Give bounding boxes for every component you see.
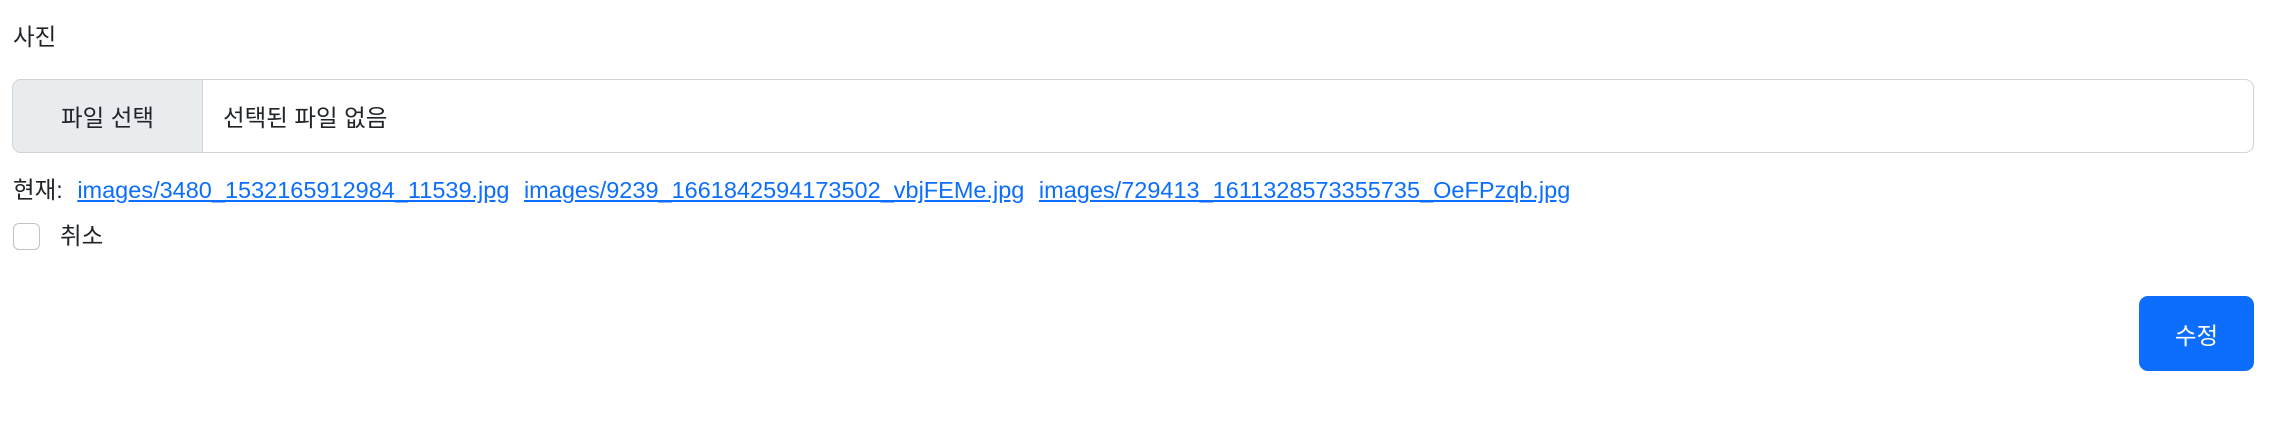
clear-label: 취소 [60,223,104,249]
photo-label: 사진 [13,24,57,50]
choose-file-button[interactable]: 파일 선택 [13,80,203,152]
current-file-link[interactable]: images/729413_1611328573355735_OeFPzqb.j… [1039,177,1570,203]
clear-checkbox-row[interactable]: 취소 [13,219,103,253]
current-files: 현재: images/3480_1532165912984_11539.jpg … [13,172,1570,208]
file-input[interactable]: 파일 선택 선택된 파일 없음 [12,79,2254,153]
clear-checkbox[interactable] [13,222,40,250]
file-status: 선택된 파일 없음 [223,105,388,131]
current-file-link[interactable]: images/9239_1661842594173502_vbjFEMe.jpg [524,177,1024,203]
current-label: 현재: [13,177,63,203]
submit-button[interactable]: 수정 [2139,296,2254,371]
current-file-link[interactable]: images/3480_1532165912984_11539.jpg [77,177,509,203]
